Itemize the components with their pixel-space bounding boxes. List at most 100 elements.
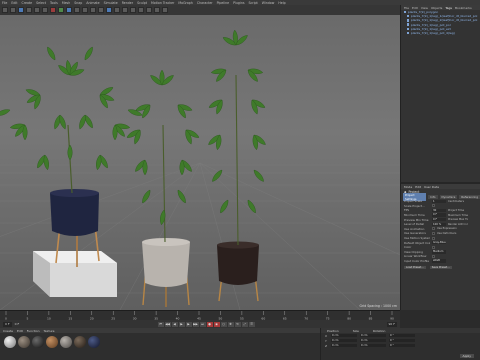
save-preset-button[interactable]: Save Preset... [429,266,452,270]
attribute-checkbox[interactable] [432,254,435,258]
attribute-value-field[interactable]: 0 F [432,217,446,222]
frame-end-field[interactable]: 90 F [386,321,397,327]
pen-icon[interactable] [114,7,120,13]
material-dark[interactable] [32,336,44,348]
y-axis-icon[interactable] [58,7,64,13]
material-stone[interactable] [60,336,72,348]
attribute-menu-item[interactable]: User Data [424,185,439,189]
menu-item[interactable]: Pipeline [217,1,229,5]
attribute-value-field[interactable]: 1 [432,199,446,203]
material-white[interactable] [4,336,16,348]
attribute-checkbox[interactable] [432,204,435,208]
render-settings-icon[interactable] [98,7,104,13]
redo-icon[interactable] [10,7,16,13]
attribute-checkbox[interactable] [432,231,435,235]
rotate-icon[interactable] [42,7,48,13]
material-navy[interactable] [88,336,100,348]
camera-icon[interactable] [154,7,160,13]
go-to-end-icon[interactable]: ⏭ [199,321,206,327]
material-menu-item[interactable]: Texture [44,329,55,333]
position-key-icon[interactable]: ✥ [227,321,234,327]
position-field[interactable]: 0 cm [331,333,357,338]
undo-icon[interactable] [2,7,8,13]
key-selection-icon[interactable]: ○ [220,321,227,327]
light-icon[interactable] [162,7,168,13]
menu-item[interactable]: Simulate [104,1,118,5]
current-frame-field[interactable]: 0 F [15,322,29,326]
object-menu-item[interactable]: View [421,6,428,10]
object-menu-item[interactable]: File [404,6,409,10]
object-menu-item[interactable]: Objects [431,6,442,10]
timeline-icon[interactable]: ☰ [248,321,255,327]
record-icon[interactable]: ● [206,321,213,327]
position-field[interactable]: 0 cm [331,343,357,348]
object-menu-item[interactable]: Bookmarks [455,6,472,10]
z-axis-icon[interactable] [66,7,72,13]
attribute-value-field[interactable]: 100 % [432,222,446,226]
render-view-icon[interactable] [82,7,88,13]
size-field[interactable]: 0 cm [360,343,386,348]
attribute-tab[interactable]: Referencing [459,194,480,199]
size-field[interactable]: 0 cm [360,338,386,343]
attribute-value-field[interactable]: 30 [432,208,446,213]
menu-item[interactable]: MoGraph [178,1,192,5]
object-menu-item[interactable]: Tags [445,6,452,10]
material-soil[interactable] [74,336,86,348]
size-field[interactable]: 0 cm [360,333,386,338]
position-field[interactable]: 0 cm [331,338,357,343]
previous-key-icon[interactable]: ◀◀ [164,321,171,327]
menu-item[interactable]: Animate [86,1,99,5]
attribute-tab[interactable]: Dynamics [439,194,458,199]
menu-item[interactable]: Plugins [233,1,244,5]
subdivision-icon[interactable] [122,7,128,13]
menu-item[interactable]: Tools [50,1,58,5]
attribute-menu-item[interactable]: Edit [415,185,421,189]
deformer-icon[interactable] [138,7,144,13]
menu-item[interactable]: Character [197,1,213,5]
menu-item[interactable]: Select [36,1,46,5]
frame-start-field[interactable]: 0 F [3,321,12,327]
cloner-icon[interactable] [130,7,136,13]
scale-icon[interactable] [34,7,40,13]
x-axis-icon[interactable] [50,7,56,13]
menu-item[interactable]: Sculpt [137,1,147,5]
menu-item[interactable]: Motion Tracker [151,1,174,5]
floor-icon[interactable] [146,7,152,13]
scale-key-icon[interactable]: ⤢ [241,321,248,327]
menu-item[interactable]: Edit [11,1,17,5]
attribute-menu-item[interactable]: Mode [404,185,412,189]
menu-item[interactable]: Snap [74,1,82,5]
material-wood[interactable] [46,336,58,348]
3d-viewport[interactable]: Grid Spacing : 1000 cm [0,15,400,310]
autokey-icon[interactable]: ◉ [213,321,220,327]
rotation-field[interactable]: 0 ° [389,343,415,348]
menu-item[interactable]: File [2,1,7,5]
attribute-value-field[interactable]: 0 F [432,213,446,217]
rotation-field[interactable]: 0 ° [389,338,415,343]
attribute-value-field[interactable]: Medium [432,250,446,254]
previous-frame-icon[interactable]: ◀ [171,321,178,327]
attribute-value-field[interactable]: sRGB [432,259,446,263]
go-to-start-icon[interactable]: ⏮ [157,321,164,327]
menu-item[interactable]: Script [249,1,258,5]
next-frame-icon[interactable]: ▶ [185,321,192,327]
menu-item[interactable]: Mesh [62,1,70,5]
menu-item[interactable]: Render [122,1,133,5]
attribute-tab[interactable]: Info [428,194,438,199]
material-menu-item[interactable]: Create [3,329,13,333]
material-menu-item[interactable]: Function [27,329,40,333]
rotation-key-icon[interactable]: ↻ [234,321,241,327]
apply-button[interactable]: Apply [459,354,474,358]
menu-item[interactable]: Help [278,1,285,5]
material-concrete[interactable] [18,336,30,348]
menu-item[interactable]: Window [262,1,275,5]
live-selection-icon[interactable] [18,7,24,13]
coordinate-system-icon[interactable] [74,7,80,13]
rotation-field[interactable]: 0 ° [389,333,415,338]
cube-icon[interactable] [106,7,112,13]
attribute-checkbox[interactable] [432,227,435,231]
object-menu-item[interactable]: Edit [412,6,418,10]
attribute-checkbox[interactable] [432,245,435,249]
next-key-icon[interactable]: ▶▶ [192,321,199,327]
play-icon[interactable]: ▶ [178,321,185,327]
